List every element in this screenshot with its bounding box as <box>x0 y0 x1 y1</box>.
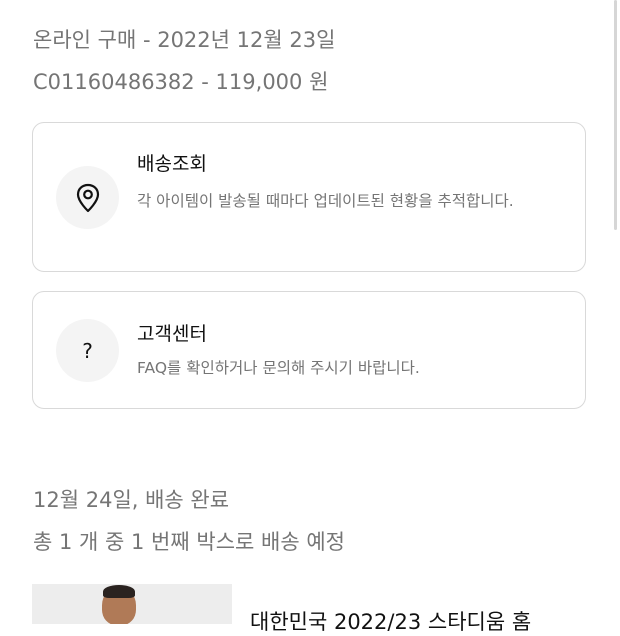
support-card-description: FAQ를 확인하거나 문의해 주시기 바랍니다. <box>137 359 420 377</box>
customer-support-card[interactable]: ? 고객센터 FAQ를 확인하거나 문의해 주시기 바랍니다. <box>32 291 586 409</box>
order-summary: 온라인 구매 - 2022년 12월 23일 C01160486382 - 11… <box>33 24 580 98</box>
delivery-status-section: 12월 24일, 배송 완료 총 1 개 중 1 번째 박스로 배송 예정 <box>33 484 580 558</box>
product-model-hair <box>103 585 135 598</box>
support-card-title: 고객센터 <box>137 323 207 345</box>
purchase-date-line: 온라인 구매 - 2022년 12월 23일 <box>33 28 336 52</box>
delivery-status: 12월 24일, 배송 완료 <box>33 488 230 512</box>
product-image[interactable] <box>32 584 232 624</box>
question-mark-icon: ? <box>56 319 119 382</box>
question-mark-glyph: ? <box>82 338 93 363</box>
tracking-card-description: 각 아이템이 발송될 때마다 업데이트된 현황을 추적합니다. <box>137 192 514 210</box>
scrollbar[interactable] <box>614 0 617 230</box>
order-number-line: C01160486382 - 119,000 원 <box>33 70 329 94</box>
tracking-card[interactable]: 배송조회 각 아이템이 발송될 때마다 업데이트된 현황을 추적합니다. <box>32 122 586 272</box>
tracking-card-title: 배송조회 <box>137 153 207 175</box>
location-pin-icon <box>56 166 119 229</box>
product-title[interactable]: 대한민국 2022/23 스타디움 홈 <box>250 608 531 636</box>
box-info: 총 1 개 중 1 번째 박스로 배송 예정 <box>33 530 345 554</box>
